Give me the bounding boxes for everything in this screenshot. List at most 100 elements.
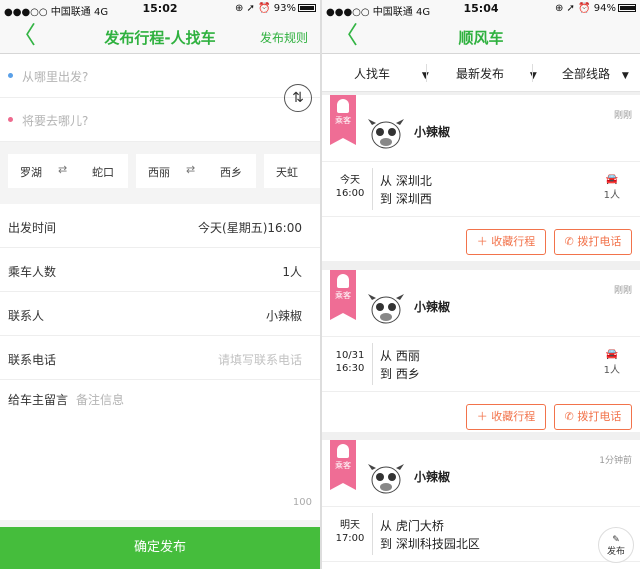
status-icons: ⊕ ➚ ⏰ <box>555 3 591 14</box>
route-chip[interactable]: 西丽 ⇄ 西乡 <box>136 154 256 188</box>
ribbon-label: 乘客 <box>335 116 351 125</box>
chevron-down-icon: ▼ <box>529 71 537 81</box>
trip-from: 从 西丽 <box>380 349 420 363</box>
filter-type-label: 人找车 <box>354 67 391 81</box>
chevron-down-icon: ▼ <box>621 71 629 81</box>
swap-icon[interactable]: ⇅ <box>284 84 312 112</box>
message-label: 给车主留言 <box>8 393 69 407</box>
passenger-count-row[interactable]: 乘车人数 1人 <box>0 248 320 292</box>
trip-card[interactable]: 乘客 小辣椒 刚刚 10/31 16:30 从 西丽 到 西乡 🚘 1人 ＋ 收藏行… <box>322 270 640 432</box>
trip-datetime: 10/31 16:30 <box>330 349 370 375</box>
trip-day: 10/31 <box>335 350 365 361</box>
trip-to: 到 西乡 <box>380 367 420 381</box>
from-address-field[interactable]: 从哪里出发? <box>0 54 320 98</box>
contact-value: 小辣椒 <box>265 309 302 323</box>
passenger-ribbon: 乘客 <box>330 270 356 320</box>
divider <box>372 168 373 210</box>
page-title: 顺风车 <box>458 29 504 47</box>
phone-placeholder: 请填写联系电话 <box>217 353 302 367</box>
trip-card[interactable]: 乘客 小辣椒 刚刚 今天 16:00 从 深圳北 到 深圳西 🚘 1人 ＋ 收藏行程… <box>322 95 640 261</box>
divider <box>372 513 373 555</box>
avatar <box>368 119 404 149</box>
passenger-ribbon: 乘客 <box>330 95 356 145</box>
filter-bar: 人找车 ▼ 最新发布 ▼ 全部线路 ▼ <box>322 54 640 92</box>
message-char-count: 100 <box>292 497 312 508</box>
divider <box>426 64 427 82</box>
plus-icon: ＋ <box>476 235 492 248</box>
message-field[interactable]: 给车主留言 备注信息 100 <box>0 380 320 520</box>
contact-label: 联系人 <box>8 309 45 323</box>
from-placeholder: 从哪里出发? <box>22 70 89 84</box>
battery-percent: 93% <box>273 3 296 14</box>
user-name: 小辣椒 <box>414 300 451 314</box>
status-right: ⊕ ➚ ⏰ 94% <box>555 3 636 14</box>
filter-route[interactable]: 全部线路 ▼ <box>562 65 629 82</box>
trip-datetime: 今天 16:00 <box>330 174 370 200</box>
filter-sort[interactable]: 最新发布 ▼ <box>456 65 537 82</box>
call-button[interactable]: ✆ 拨打电话 <box>554 404 632 430</box>
post-time: 刚刚 <box>613 111 632 121</box>
route-arrow-icon: ⇄ <box>58 163 68 176</box>
route-to: 蛇口 <box>92 166 114 179</box>
status-icons: ⊕ ➚ ⏰ <box>235 3 271 14</box>
confirm-publish-button[interactable]: 确定发布 <box>0 527 320 569</box>
person-icon <box>337 444 349 458</box>
trip-info: 今天 16:00 从 深圳北 到 深圳西 🚘 1人 <box>322 161 640 217</box>
divider <box>532 64 533 82</box>
passenger-ribbon: 乘客 <box>330 440 356 490</box>
contact-row[interactable]: 联系人 小辣椒 <box>0 292 320 336</box>
message-placeholder: 备注信息 <box>76 393 125 407</box>
publish-rules-link[interactable]: 发布规则 <box>260 29 308 46</box>
trip-to: 到 深圳科技园北区 <box>380 537 480 551</box>
user-name: 小辣椒 <box>414 470 451 484</box>
call-label: 拨打电话 <box>577 410 622 423</box>
publish-fab-button[interactable]: ✎ 发布 <box>598 527 634 563</box>
departure-time-value: 今天(星期五)16:00 <box>198 221 302 235</box>
nav-bar: 〈 顺风车 <box>322 18 640 54</box>
ribbon-label: 乘客 <box>335 291 351 300</box>
trip-datetime: 明天 17:00 <box>330 519 370 545</box>
collect-trip-button[interactable]: ＋ 收藏行程 <box>466 404 546 430</box>
seat-icon: 🚘 <box>605 174 619 185</box>
to-address-field[interactable]: 将要去哪儿? <box>0 98 320 142</box>
seat-count: 1人 <box>603 365 620 376</box>
trip-day: 明天 <box>340 520 360 531</box>
to-dot-icon <box>8 117 13 122</box>
collect-trip-button[interactable]: ＋ 收藏行程 <box>466 229 546 255</box>
post-time: 刚刚 <box>613 286 632 296</box>
filter-type[interactable]: 人找车 ▼ <box>354 65 429 82</box>
passenger-count-label: 乘车人数 <box>8 265 57 279</box>
trip-time: 17:00 <box>335 533 365 544</box>
avatar <box>368 464 404 494</box>
person-icon <box>337 274 349 288</box>
route-from: 天虹 <box>276 166 298 179</box>
call-button[interactable]: ✆ 拨打电话 <box>554 229 632 255</box>
battery-icon <box>618 4 636 12</box>
seat-icon: 🚘 <box>605 349 619 360</box>
phone-icon: ✆ <box>564 410 578 423</box>
ribbon-label: 乘客 <box>335 461 351 470</box>
status-bar: ●●●○○ 中国联通 4G 15:02 ⊕ ➚ ⏰ 93% <box>0 0 320 18</box>
trip-form: 出发时间 今天(星期五)16:00 乘车人数 1人 联系人 小辣椒 联系电话 请… <box>0 204 320 520</box>
trip-info: 明天 17:00 从 虎门大桥 到 深圳科技园北区 <box>322 506 640 562</box>
trip-info: 10/31 16:30 从 西丽 到 西乡 🚘 1人 <box>322 336 640 392</box>
plus-icon: ＋ <box>476 410 492 423</box>
seat-count: 1人 <box>603 190 620 201</box>
carpool-list-screen: ●●●○○ 中国联通 4G 15:04 ⊕ ➚ ⏰ 94% 〈 顺风车 人找车 … <box>322 0 640 569</box>
departure-time-row[interactable]: 出发时间 今天(星期五)16:00 <box>0 204 320 248</box>
route-arrow-icon: ⇄ <box>186 163 196 176</box>
route-chip[interactable]: 罗湖 ⇄ 蛇口 <box>8 154 128 188</box>
filter-sort-label: 最新发布 <box>456 67 505 81</box>
departure-time-label: 出发时间 <box>8 221 57 235</box>
nav-bar: 〈 发布行程-人找车 发布规则 <box>0 18 320 54</box>
publish-fab-label: 发布 <box>606 547 625 557</box>
post-time: 1分钟前 <box>599 456 632 466</box>
person-icon <box>337 99 349 113</box>
avatar <box>368 294 404 324</box>
phone-field[interactable]: 联系电话 请填写联系电话 <box>0 336 320 380</box>
filter-route-label: 全部线路 <box>562 67 611 81</box>
trip-card[interactable]: 乘客 小辣椒 1分钟前 明天 17:00 从 虎门大桥 到 深圳科技园北区 <box>322 440 640 569</box>
status-bar: ●●●○○ 中国联通 4G 15:04 ⊕ ➚ ⏰ 94% <box>322 0 640 18</box>
trip-to: 到 深圳西 <box>380 192 432 206</box>
route-chip[interactable]: 天虹 <box>264 154 320 188</box>
